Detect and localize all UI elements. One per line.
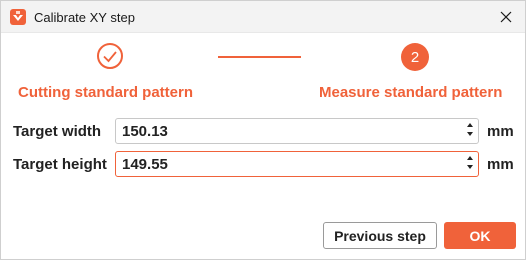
target-width-input[interactable] — [122, 122, 452, 141]
target-height-input[interactable] — [122, 155, 452, 174]
step-1-done-indicator — [97, 43, 123, 69]
increment-arrow-icon[interactable] — [467, 156, 473, 160]
app-icon — [10, 9, 26, 25]
decrement-arrow-icon[interactable] — [467, 132, 473, 136]
step-1-label: Cutting standard pattern — [18, 84, 193, 101]
increment-arrow-icon[interactable] — [467, 123, 473, 127]
calibrate-xy-dialog: Calibrate XY step 2 Cutting standard pat… — [0, 0, 526, 260]
target-width-label: Target width — [13, 123, 102, 140]
title-bar[interactable]: Calibrate XY step — [1, 1, 525, 33]
target-height-stepper[interactable] — [465, 154, 475, 174]
target-height-label: Target height — [13, 156, 107, 173]
previous-step-button[interactable]: Previous step — [323, 222, 437, 249]
target-height-spinbox[interactable] — [115, 151, 479, 177]
target-width-spinbox[interactable] — [115, 118, 479, 144]
target-width-stepper[interactable] — [465, 121, 475, 141]
step-2-number-indicator: 2 — [401, 43, 429, 71]
close-icon — [500, 11, 512, 23]
step-connector-line — [218, 56, 301, 58]
checkmark-icon — [103, 51, 117, 63]
target-height-unit: mm — [487, 156, 514, 173]
target-width-unit: mm — [487, 123, 514, 140]
step-2-label: Measure standard pattern — [319, 84, 503, 101]
window-title: Calibrate XY step — [34, 10, 135, 25]
close-button[interactable] — [489, 1, 523, 33]
ok-button[interactable]: OK — [444, 222, 516, 249]
decrement-arrow-icon[interactable] — [467, 165, 473, 169]
